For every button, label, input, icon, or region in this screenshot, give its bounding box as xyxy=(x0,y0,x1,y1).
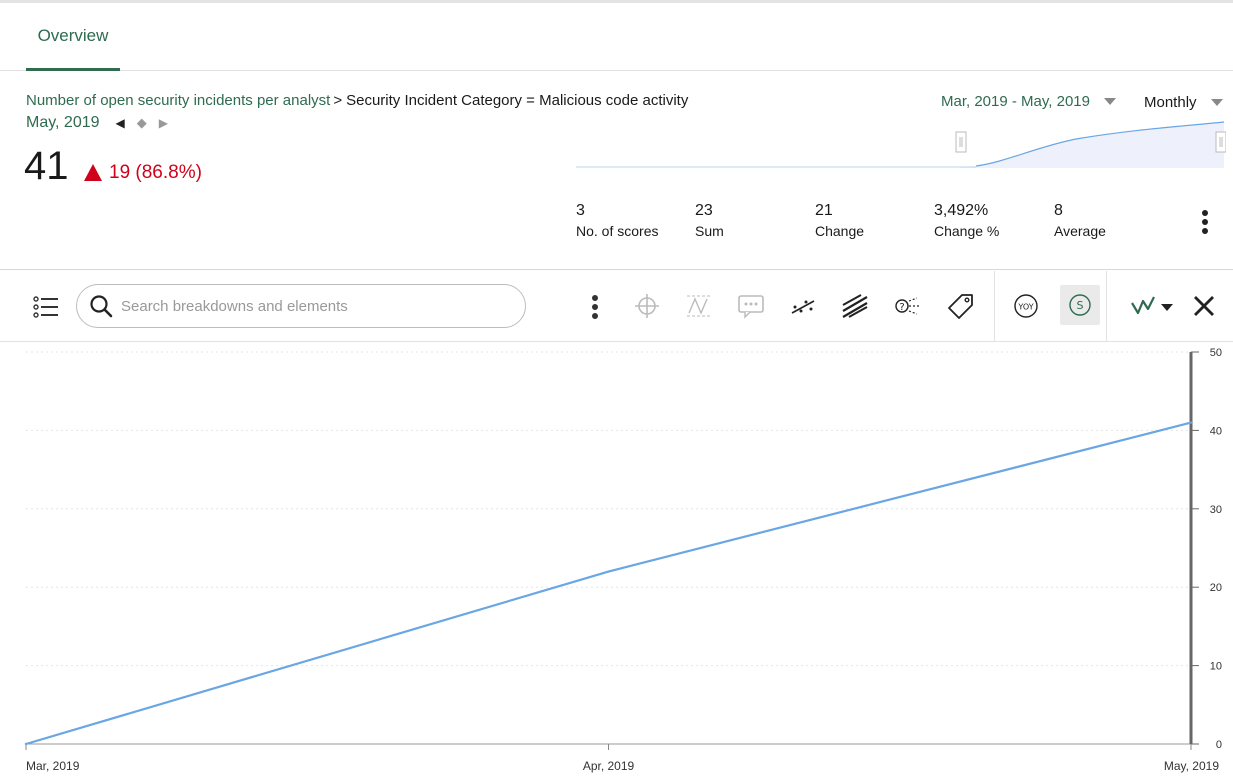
date-range-label: Mar, 2019 - May, 2019 xyxy=(941,93,1090,110)
previous-period-icon[interactable]: ◀ xyxy=(116,116,125,130)
stat-change-percent: 3,492% Change % xyxy=(934,202,1044,239)
trend-up-icon xyxy=(84,163,102,181)
y-tick-label: 50 xyxy=(1210,347,1222,359)
line-chart-icon xyxy=(1131,296,1173,315)
chevron-down-icon xyxy=(1103,98,1116,105)
frequency-dropdown[interactable]: Monthly xyxy=(1144,94,1223,111)
chart-type-dropdown[interactable] xyxy=(1128,291,1176,321)
tab-bar: Overview xyxy=(0,3,1233,71)
data-point xyxy=(1189,421,1193,424)
period-label: May, 2019 xyxy=(26,114,100,131)
stat-value: 21 xyxy=(815,202,833,219)
range-end-handle[interactable] xyxy=(1215,131,1226,153)
stat-change: 21 Change xyxy=(815,202,925,239)
scorecard-header: Number of open security incidents per an… xyxy=(0,72,1233,270)
series-line xyxy=(25,421,1192,746)
frequency-label: Monthly xyxy=(1144,94,1197,111)
search-box xyxy=(76,284,526,328)
stat-sum: 23 Sum xyxy=(695,202,805,239)
chart-toolbar: ? YOY S xyxy=(0,271,1233,342)
range-start-handle[interactable] xyxy=(955,131,967,153)
tab-overview[interactable]: Overview xyxy=(26,3,120,71)
stat-label: Average xyxy=(1054,223,1106,239)
trendline-icon[interactable] xyxy=(788,291,818,321)
bands-icon[interactable] xyxy=(840,291,870,321)
x-tick-label: Mar, 2019 xyxy=(26,759,80,773)
current-period-icon[interactable]: ◆ xyxy=(137,115,147,131)
crosshair-icon[interactable] xyxy=(632,291,662,321)
data-point xyxy=(24,742,28,746)
x-tick-label: Apr, 2019 xyxy=(583,759,635,773)
search-input[interactable] xyxy=(121,285,511,327)
y-tick-label: 30 xyxy=(1210,504,1222,516)
date-range-dropdown[interactable]: Mar, 2019 - May, 2019 xyxy=(941,93,1116,110)
stat-value: 23 xyxy=(695,202,713,219)
y-tick-label: 40 xyxy=(1210,425,1222,437)
search-icon xyxy=(90,295,113,318)
indicator-link[interactable]: Number of open security incidents per an… xyxy=(26,92,330,109)
stat-no-of-scores: 3 No. of scores xyxy=(576,202,686,239)
stat-value: 8 xyxy=(1054,202,1063,219)
x-tick-label: May, 2019 xyxy=(1164,759,1219,773)
stat-label: Sum xyxy=(695,223,724,239)
breadcrumb: Number of open security incidents per an… xyxy=(26,92,688,109)
y-tick-label: 10 xyxy=(1210,661,1222,673)
svg-text:YOY: YOY xyxy=(1017,303,1033,312)
comment-icon[interactable] xyxy=(736,291,766,321)
chevron-down-icon xyxy=(1210,99,1223,106)
s-toggle-button[interactable]: S xyxy=(1060,285,1100,325)
period-selector: May, 2019 ◀ ◆ ▶ xyxy=(26,114,168,132)
breadcrumb-separator: > xyxy=(333,92,343,109)
score-change-label: 19 (86.8%) xyxy=(109,162,202,183)
line-chart: 0 10 20 30 40 50 Mar, 2019 Apr, 2019 May, 2019 xyxy=(24,347,1222,773)
stat-label: Change xyxy=(815,223,865,239)
svg-text:S: S xyxy=(1077,299,1084,312)
svg-text:?: ? xyxy=(899,302,904,313)
range-sparkline[interactable] xyxy=(576,120,1226,172)
forecast-icon[interactable]: ? xyxy=(892,291,924,321)
breakdown-list-icon[interactable] xyxy=(30,291,62,323)
stat-label: No. of scores xyxy=(576,223,659,239)
threshold-icon[interactable] xyxy=(684,291,714,321)
stat-value: 3,492% xyxy=(934,202,989,219)
next-period-icon: ▶ xyxy=(158,116,168,130)
s-icon: S xyxy=(1069,294,1091,316)
yoy-icon[interactable]: YOY xyxy=(1012,291,1040,321)
breakdown-filter: Security Incident Category = Malicious c… xyxy=(346,92,689,109)
close-icon[interactable] xyxy=(1188,291,1220,321)
y-tick-label: 20 xyxy=(1210,582,1222,594)
data-point xyxy=(607,570,610,573)
stat-value: 3 xyxy=(576,202,585,219)
y-tick-label: 0 xyxy=(1216,739,1222,751)
toolbar-divider xyxy=(1106,271,1107,342)
stat-average: 8 Average xyxy=(1054,202,1164,239)
chart-area: 0 10 20 30 40 50 Mar, 2019 Apr, 2019 May, 2019 xyxy=(0,343,1233,781)
stat-label: Change % xyxy=(934,223,1000,239)
toolbar-divider xyxy=(994,271,995,342)
more-options-icon[interactable] xyxy=(1198,210,1212,236)
score-value: 41 xyxy=(24,144,69,188)
tag-icon[interactable] xyxy=(946,291,976,321)
more-actions-icon[interactable] xyxy=(584,291,606,323)
score-change: 19 (86.8%) xyxy=(84,162,202,184)
